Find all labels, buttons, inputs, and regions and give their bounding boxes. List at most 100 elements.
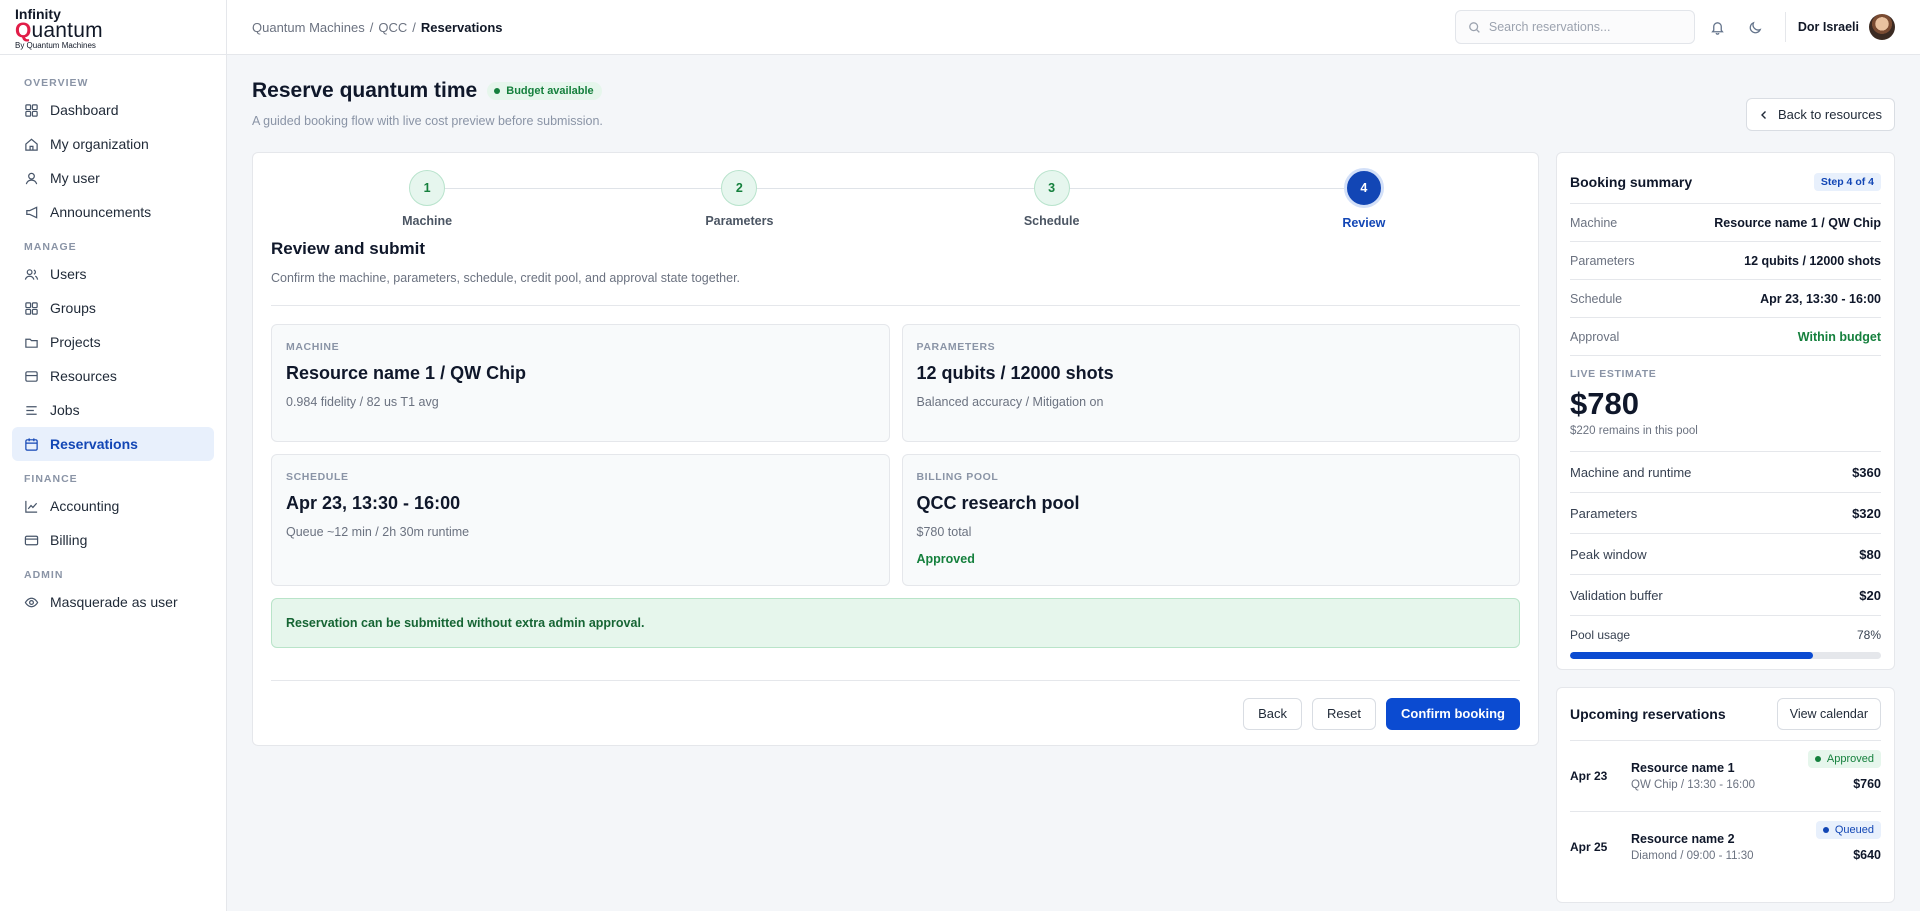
form-actions: Back Reset Confirm booking <box>271 680 1520 746</box>
status-dot-icon <box>1814 756 1821 762</box>
user-icon <box>25 172 38 184</box>
notifications-button[interactable] <box>1703 12 1733 42</box>
step-number: 2 <box>721 170 758 206</box>
summary-value: Within budget <box>1797 329 1881 344</box>
page-content: Reserve quantum time Budget available A … <box>227 55 1920 911</box>
summary-row-machine: Machine Resource name 1 / QW Chip <box>1570 203 1881 241</box>
list-item[interactable]: Apr 23 Resource name 1 QW Chip / 13:30 -… <box>1570 740 1881 811</box>
sidebar-item-users[interactable]: Users <box>12 257 214 291</box>
main-area: Quantum Machines / QCC / Reservations Do… <box>227 0 1920 911</box>
right-column: Booking summary Step 4 of 4 Machine Resou… <box>1556 152 1895 903</box>
step-schedule[interactable]: 3 Schedule <box>992 170 1112 228</box>
status-badge-label: Budget available <box>506 85 594 97</box>
sidebar-item-resources[interactable]: Resources <box>12 359 214 393</box>
parameters-tile: PARAMETERS 12 qubits / 12000 shots Balan… <box>901 324 1520 442</box>
cost-row-peak-window: Peak window $80 <box>1570 533 1881 574</box>
tile-detail: 0.984 fidelity / 82 us T1 avg <box>286 395 439 409</box>
status-badge-label: Approved <box>1826 753 1874 765</box>
nav-section-overview: OVERVIEW <box>24 77 89 89</box>
search-icon <box>1468 21 1480 33</box>
theme-toggle-button[interactable] <box>1741 12 1771 42</box>
cost-value: $360 <box>1852 464 1881 480</box>
status-badge: Approved <box>1807 750 1881 768</box>
reservation-date: Apr 25 <box>1570 840 1608 854</box>
cost-row-validation-buffer: Validation buffer $20 <box>1570 574 1881 615</box>
sidebar-item-accounting[interactable]: Accounting <box>12 489 214 523</box>
step-review[interactable]: 4 Review <box>1304 168 1424 230</box>
nav-section-finance: FINANCE <box>24 473 78 485</box>
sidebar-item-label: Jobs <box>50 402 80 418</box>
search-box[interactable] <box>1454 10 1695 44</box>
summary-key: Parameters <box>1570 253 1635 268</box>
review-grid: MACHINE Resource name 1 / QW Chip 0.984 … <box>271 324 1520 586</box>
review-subtitle: Confirm the machine, parameters, schedul… <box>271 271 1520 306</box>
breadcrumb-org[interactable]: Quantum Machines <box>252 20 365 35</box>
cost-row-parameters: Parameters $320 <box>1570 492 1881 533</box>
sidebar: Infinity Quantum By Quantum Machines OVE… <box>0 0 227 911</box>
step-parameters[interactable]: 2 Parameters <box>679 170 799 228</box>
breadcrumb-group[interactable]: QCC <box>378 20 407 35</box>
breadcrumb-separator: / <box>369 19 374 35</box>
search-input[interactable] <box>1488 20 1669 34</box>
chart-icon <box>25 500 38 513</box>
brand-line-3: By Quantum Machines <box>15 41 96 50</box>
sidebar-item-masquerade[interactable]: Masquerade as user <box>12 585 214 619</box>
view-calendar-button[interactable]: View calendar <box>1776 698 1881 730</box>
summary-row-schedule: Schedule Apr 23, 13:30 - 16:00 <box>1570 279 1881 317</box>
pool-usage-bar <box>1570 652 1881 659</box>
tile-detail: Balanced accuracy / Mitigation on <box>916 395 1104 409</box>
sidebar-item-my-organization[interactable]: My organization <box>12 127 214 161</box>
back-to-resources-button[interactable]: Back to resources <box>1745 98 1895 131</box>
cost-row-machine-runtime: Machine and runtime $360 <box>1570 451 1881 492</box>
back-button[interactable]: Back <box>1243 697 1303 730</box>
bell-icon <box>1711 21 1725 35</box>
cost-value: $320 <box>1852 505 1881 521</box>
folder-icon <box>25 338 38 348</box>
reset-button[interactable]: Reset <box>1312 697 1376 730</box>
content-columns: 1 Machine 2 Parameters 3 Schedule 4 Revi… <box>252 152 1895 903</box>
sidebar-item-label: My organization <box>50 136 149 152</box>
breadcrumb-separator: / <box>412 19 416 35</box>
sidebar-item-label: Dashboard <box>50 102 119 118</box>
tile-label: PARAMETERS <box>916 341 996 353</box>
machine-tile: MACHINE Resource name 1 / QW Chip 0.984 … <box>271 324 890 442</box>
sidebar-item-dashboard[interactable]: Dashboard <box>12 93 214 127</box>
reservation-name: Resource name 1 <box>1631 761 1735 775</box>
brand-line-2: Quantum <box>15 19 103 42</box>
list-item[interactable]: Apr 25 Resource name 2 Diamond / 09:00 -… <box>1570 811 1881 882</box>
reservation-date: Apr 23 <box>1570 769 1608 783</box>
upcoming-reservations-card: Upcoming reservations View calendar Apr … <box>1556 687 1895 903</box>
sidebar-item-reservations[interactable]: Reservations <box>12 427 214 461</box>
step-machine[interactable]: 1 Machine <box>367 170 487 228</box>
groups-icon <box>25 301 38 315</box>
avatar[interactable] <box>1869 14 1895 40</box>
confirm-booking-button[interactable]: Confirm booking <box>1386 697 1520 730</box>
sidebar-item-projects[interactable]: Projects <box>12 325 214 359</box>
tile-value: QCC research pool <box>916 493 1080 513</box>
status-badge-label: Queued <box>1834 824 1874 836</box>
sidebar-item-billing[interactable]: Billing <box>12 523 214 557</box>
sidebar-item-label: Billing <box>50 532 88 548</box>
tile-detail: $780 total <box>916 525 972 539</box>
summary-key: Machine <box>1570 215 1618 230</box>
sidebar-nav: OVERVIEW Dashboard My organization My us… <box>0 55 226 635</box>
calendar-icon <box>25 437 38 451</box>
live-estimate: LIVE ESTIMATE $780 $220 remains in this … <box>1570 355 1881 451</box>
cost-key: Parameters <box>1570 505 1638 521</box>
pool-usage-label: Pool usage <box>1570 628 1631 642</box>
sidebar-item-groups[interactable]: Groups <box>12 291 214 325</box>
user-name[interactable]: Dor Israeli <box>1798 20 1859 34</box>
sidebar-item-label: Reservations <box>50 436 138 452</box>
summary-header: Booking summary Step 4 of 4 <box>1570 153 1881 203</box>
tile-detail: Queue ~12 min / 2h 30m runtime <box>286 525 470 539</box>
sidebar-item-announcements[interactable]: Announcements <box>12 195 214 229</box>
sidebar-item-jobs[interactable]: Jobs <box>12 393 214 427</box>
upcoming-title: Upcoming reservations <box>1570 706 1726 722</box>
sidebar-item-label: Announcements <box>50 204 152 220</box>
pool-usage-percent: 78% <box>1856 628 1881 642</box>
sidebar-item-label: Resources <box>50 368 117 384</box>
brand-logo[interactable]: Infinity Quantum By Quantum Machines <box>0 0 226 55</box>
stepper: 1 Machine 2 Parameters 3 Schedule 4 Revi… <box>271 153 1520 237</box>
upcoming-header: Upcoming reservations View calendar <box>1570 688 1881 740</box>
sidebar-item-my-user[interactable]: My user <box>12 161 214 195</box>
